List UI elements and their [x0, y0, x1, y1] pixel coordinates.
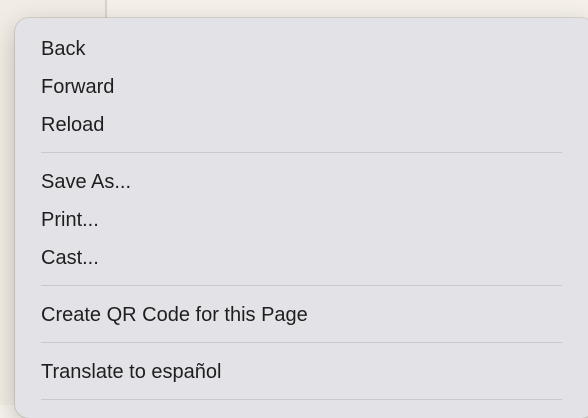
menu-item-save-as[interactable]: Save As...	[41, 170, 131, 194]
menu-item-print[interactable]: Print...	[41, 208, 99, 232]
menu-item-create-qr-code[interactable]: Create QR Code for this Page	[41, 303, 308, 327]
menu-item-translate[interactable]: Translate to español	[41, 360, 221, 384]
menu-item-cast[interactable]: Cast...	[41, 246, 99, 270]
menu-separator	[41, 342, 562, 343]
menu-item-forward[interactable]: Forward	[41, 75, 114, 99]
menu-separator	[41, 152, 562, 153]
menu-separator	[41, 285, 562, 286]
menu-item-back[interactable]: Back	[41, 37, 85, 61]
menu-item-reload[interactable]: Reload	[41, 113, 104, 137]
context-menu: Back Forward Reload Save As... Print... …	[15, 18, 588, 418]
menu-separator	[41, 399, 562, 400]
